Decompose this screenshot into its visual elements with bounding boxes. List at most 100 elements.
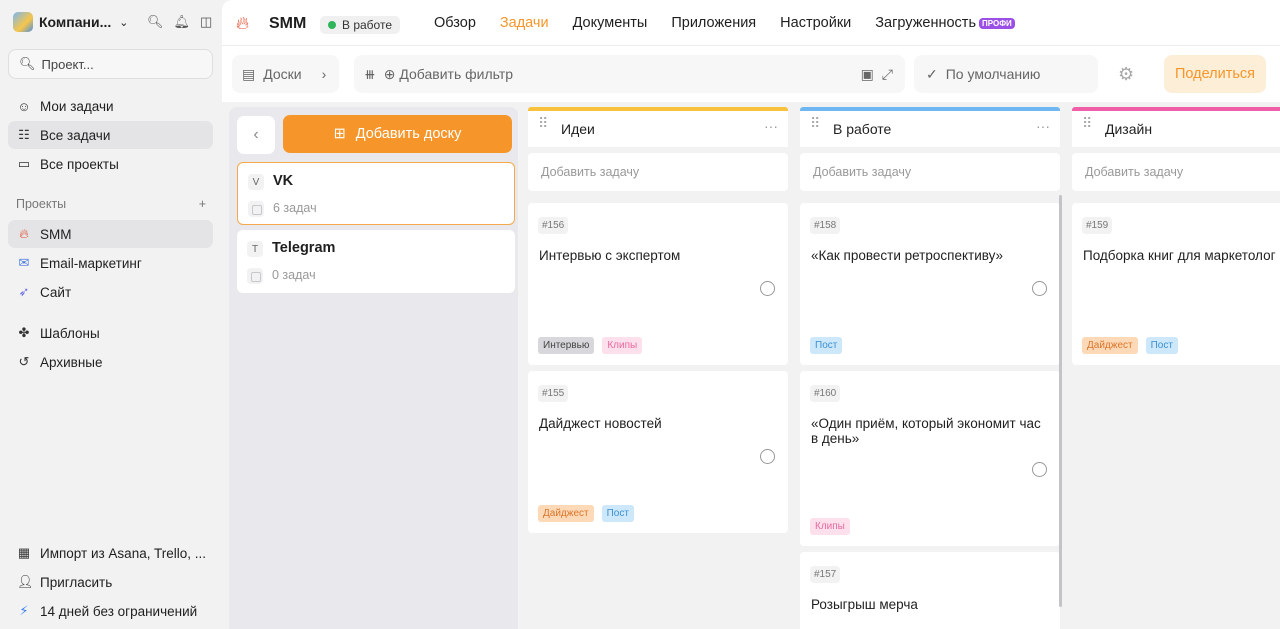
project-label: SMM xyxy=(40,226,72,242)
tab-workload[interactable]: Загруженность ПРОФИ xyxy=(875,15,1015,31)
task-id: #155 xyxy=(538,385,569,402)
gear-icon[interactable]: ⚙ xyxy=(1118,55,1140,93)
board-card-telegram[interactable]: T Telegram 0 задач xyxy=(237,230,515,293)
add-filter-button[interactable]: ⊕ Добавить фильтр xyxy=(384,66,513,83)
complete-circle-icon[interactable] xyxy=(1032,281,1047,296)
task-card[interactable]: #159 Подборка книг для маркетолог Дайдже… xyxy=(1072,203,1280,365)
board-letter: T xyxy=(247,241,263,257)
drag-handle-icon[interactable]: ⠿ xyxy=(538,116,548,130)
task-title: Подборка книг для маркетолог xyxy=(1083,248,1276,263)
nav-templates[interactable]: ✤ Шаблоны xyxy=(8,319,213,347)
tag: Клипы xyxy=(602,337,643,354)
project-tabs: Обзор Задачи Документы Приложения Настро… xyxy=(434,15,1015,31)
chevron-down-icon: ⌄ xyxy=(119,16,129,29)
nav-label: Импорт из Asana, Trello, ... xyxy=(40,545,206,561)
nav-import[interactable]: ▦ Импорт из Asana, Trello, ... xyxy=(8,539,213,567)
save-icon[interactable]: ▣ xyxy=(861,66,874,83)
bell-icon[interactable]: 🔔︎ xyxy=(174,14,191,30)
nav-all-tasks[interactable]: ☷ Все задачи xyxy=(8,121,213,149)
invite-icon: 👤︎ xyxy=(17,574,34,589)
project-email[interactable]: ✉ Email-маркетинг xyxy=(8,249,213,277)
add-task-button[interactable]: Добавить задачу xyxy=(800,153,1060,191)
project-site[interactable]: ➶ Сайт xyxy=(8,278,213,306)
trello-icon: ▦ xyxy=(17,545,31,560)
task-card[interactable]: #158 «Как провести ретроспективу» Пост xyxy=(800,203,1060,365)
search-icon: 🔍︎ xyxy=(19,56,36,71)
nav-label: 14 дней без ограничений xyxy=(40,603,198,619)
tag: Пост xyxy=(810,337,843,354)
tasks-count-icon xyxy=(248,201,264,217)
tasks-count-icon xyxy=(247,268,263,284)
collapse-boards-button[interactable]: ‹ xyxy=(237,116,275,154)
board-count: 0 задач xyxy=(272,268,316,282)
mail-icon: ✉ xyxy=(18,255,30,270)
add-board-button[interactable]: ⊞ Добавить доску xyxy=(283,115,512,153)
search-placeholder: Проект... xyxy=(41,56,94,72)
nav-label: Все задачи xyxy=(40,127,111,143)
filter-bar[interactable]: ⧻ ⊕ Добавить фильтр ▣ ⤢ xyxy=(354,55,905,93)
column-header: ⠿ Идеи ··· xyxy=(528,107,788,147)
sort-label: По умолчанию xyxy=(945,66,1041,82)
workspace-name: Компани... xyxy=(39,14,112,30)
sort-select[interactable]: ✓ По умолчанию xyxy=(914,55,1098,93)
nav-all-projects[interactable]: ▭ Все проекты xyxy=(8,150,213,178)
complete-circle-icon[interactable] xyxy=(760,449,775,464)
tab-workload-label: Загруженность xyxy=(875,15,976,31)
search-icon[interactable]: 🔍︎ xyxy=(147,14,164,30)
nav-invite[interactable]: 👤︎ Пригласить xyxy=(8,568,213,596)
nav-my-tasks[interactable]: ☺ Мои задачи xyxy=(8,92,213,120)
add-filter-label: Добавить фильтр xyxy=(399,65,514,82)
task-card[interactable]: #155 Дайджест новостей Дайджест Пост xyxy=(528,371,788,533)
tab-settings[interactable]: Настройки xyxy=(780,15,851,31)
nav-trial[interactable]: ⚡︎ 14 дней без ограничений xyxy=(8,597,213,625)
sidebar-toggle-icon[interactable]: ◫ xyxy=(200,14,212,30)
nav-label: Мои задачи xyxy=(40,98,114,114)
column-design: ⠿ Дизайн Добавить задачу #159 Подборка к… xyxy=(1072,107,1280,629)
sidebar: Компани... ⌄ 🔍︎ 🔔︎ ◫ 🔍︎ Проект... ☺ Мои … xyxy=(0,0,222,629)
column-title: Идеи xyxy=(561,121,595,137)
task-tags: Дайджест Пост xyxy=(1082,337,1178,354)
drag-handle-icon[interactable]: ⠿ xyxy=(1082,116,1092,130)
tag: Дайджест xyxy=(1082,337,1138,354)
task-tags: Интервью Клипы xyxy=(538,337,643,354)
tab-apps[interactable]: Приложения xyxy=(671,15,756,31)
tasks-icon: ☷ xyxy=(18,127,30,142)
tab-documents[interactable]: Документы xyxy=(573,15,648,31)
project-smm[interactable]: 🔥︎ SMM xyxy=(8,220,213,248)
task-card[interactable]: #160 «Один приём, который экономит час в… xyxy=(800,371,1060,546)
complete-circle-icon[interactable] xyxy=(1032,462,1047,477)
boards-toggle[interactable]: ▤ Доски › xyxy=(232,55,339,93)
boards-panel: ‹ ⊞ Добавить доску V VK 6 задач T Telegr… xyxy=(229,107,518,629)
task-tags: Клипы xyxy=(810,518,850,535)
board-card-vk[interactable]: V VK 6 задач xyxy=(237,162,515,225)
tag: Клипы xyxy=(810,518,850,535)
more-icon[interactable]: ··· xyxy=(1036,118,1050,134)
complete-circle-icon[interactable] xyxy=(760,281,775,296)
board-add-icon: ⊞ xyxy=(333,126,346,142)
board-name: Telegram xyxy=(272,240,336,256)
add-task-button[interactable]: Добавить задачу xyxy=(1072,153,1280,191)
tab-overview[interactable]: Обзор xyxy=(434,15,476,31)
nav-label: Все проекты xyxy=(40,156,119,172)
share-button[interactable]: Поделиться xyxy=(1164,55,1266,93)
sliders-icon[interactable]: ⧻ xyxy=(364,66,376,83)
expand-icon[interactable]: ⤢ xyxy=(882,66,893,83)
task-id: #156 xyxy=(538,217,569,234)
task-tags: Дайджест Пост xyxy=(538,505,634,522)
project-label: Email-маркетинг xyxy=(40,255,142,271)
tab-tasks[interactable]: Задачи xyxy=(500,15,549,31)
column-title: Дизайн xyxy=(1105,121,1153,137)
project-search[interactable]: 🔍︎ Проект... xyxy=(8,49,213,79)
workspace-switcher[interactable]: Компани... ⌄ xyxy=(13,12,128,32)
column-header: ⠿ Дизайн xyxy=(1072,107,1280,147)
add-task-button[interactable]: Добавить задачу xyxy=(528,153,788,191)
task-card[interactable]: #156 Интервью с экспертом Интервью Клипы xyxy=(528,203,788,365)
column-scrollbar[interactable] xyxy=(1059,195,1062,607)
drag-handle-icon[interactable]: ⠿ xyxy=(810,116,820,130)
status-badge[interactable]: В работе xyxy=(320,16,401,34)
task-title: «Один приём, который экономит час в день… xyxy=(811,416,1041,446)
add-project-icon[interactable]: + xyxy=(199,197,206,211)
more-icon[interactable]: ··· xyxy=(764,118,778,134)
nav-archive[interactable]: ↺ Архивные xyxy=(8,348,213,376)
task-card[interactable]: #157 Розыгрыш мерча xyxy=(800,552,1060,629)
